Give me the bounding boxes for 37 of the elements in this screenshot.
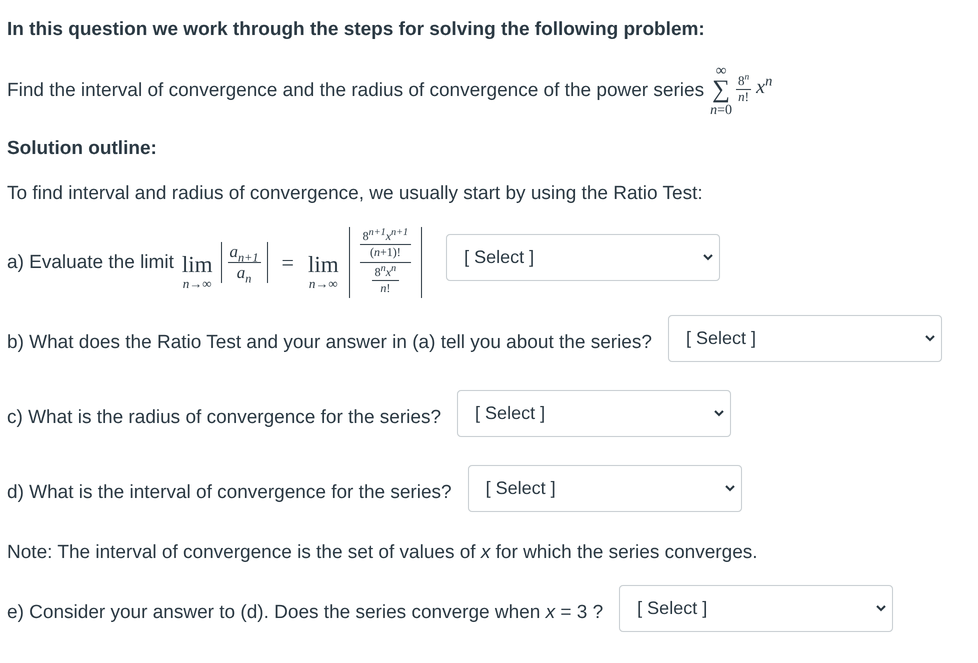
fraction-numerator: 8$^{n}$x$^{n}$ — [374, 265, 398, 280]
fraction-denominator: (n+1)! — [368, 245, 402, 260]
chevron-down-icon — [703, 254, 714, 261]
answer-dropdown[interactable]: [ Select ] — [619, 585, 894, 632]
question-text: c) What is the radius of convergence for the series? — [7, 406, 442, 429]
chevron-down-icon — [714, 410, 724, 417]
answer-dropdown[interactable]: [ Select ] — [468, 465, 742, 512]
limit-operator: lim — [182, 253, 213, 276]
fraction-denominator: a$_{n}$ — [236, 263, 252, 283]
fraction-numerator: 8$^{n+1}$x$^{n+1}$ — [362, 229, 410, 244]
fraction-numerator: a$_{n+1}$ — [228, 242, 260, 262]
question-text: d) What is the interval of convergence for the series? — [7, 481, 452, 504]
fraction-numerator: 8$^{n}$ — [737, 74, 750, 88]
answer-dropdown[interactable]: [ Select ] — [446, 234, 720, 281]
answer-dropdown[interactable]: [ Select ] — [457, 390, 732, 437]
fraction-denominator: n! — [379, 281, 392, 296]
question-text: b) What does the Ratio Test and your answer in (a) tell you about the series? — [7, 331, 652, 354]
sum-upper-limit: ∞ — [716, 64, 726, 80]
note-text: Note: The interval of convergence is the set of values of x for which the series converges. — [7, 542, 759, 564]
summation-sign: ∑ — [712, 79, 730, 102]
limit-operator: lim — [308, 253, 339, 276]
equals-sign: = — [282, 250, 294, 276]
question-text: e) Consider your answer to (d). Does the series converge when x = 3 ? — [7, 601, 604, 624]
chevron-down-icon — [876, 605, 886, 612]
limit-subscript: n→∞ — [308, 276, 338, 292]
chevron-down-icon — [924, 335, 935, 342]
section-heading: Solution outline: — [7, 138, 158, 160]
sum-lower-limit: n=0 — [710, 104, 732, 118]
problem-text: Find the interval of convergence and the radius of convergence of the power series — [7, 80, 704, 102]
chevron-down-icon — [724, 485, 735, 492]
series-term: x$^{n}$ — [756, 76, 772, 98]
answer-dropdown[interactable]: [ Select ] — [668, 315, 942, 362]
intro-text: In this question we work through the steps for solving the following problem: — [7, 19, 706, 41]
question-text: a) Evaluate the limit — [7, 252, 174, 274]
instructions-text: To find interval and radius of convergence, we usually start by using the Ratio Test: — [7, 183, 704, 205]
limit-subscript: n→∞ — [182, 276, 212, 292]
fraction-denominator: n! — [737, 90, 750, 104]
